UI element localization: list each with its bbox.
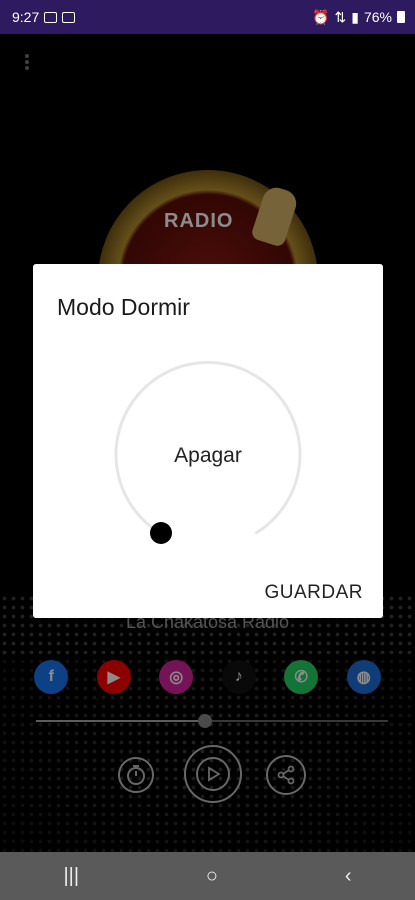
battery-level: 76% (363, 9, 392, 25)
back-icon[interactable]: ‹ (345, 865, 352, 888)
status-bar: 9:27 ⏰ ⇅ ▮ 76% (0, 0, 415, 34)
home-icon[interactable]: ○ (206, 865, 218, 888)
save-button[interactable]: GUARDAR (264, 582, 363, 604)
dial-value-label: Apagar (174, 444, 242, 467)
mail-notification-icon (62, 11, 76, 23)
system-nav-bar: ||| ○ ‹ (0, 852, 415, 900)
signal-icon: ▮ (351, 8, 359, 25)
status-time: 9:27 (12, 9, 40, 25)
alarm-icon: ⏰ (312, 8, 330, 25)
wifi-icon: ⇅ (334, 8, 347, 25)
gallery-notification-icon (44, 11, 58, 23)
dial-thumb[interactable] (150, 522, 172, 544)
sleep-mode-dialog: Modo Dormir Apagar GUARDAR (33, 264, 383, 618)
recent-apps-icon[interactable]: ||| (63, 865, 79, 888)
battery-icon (397, 11, 405, 23)
dialog-title: Modo Dormir (57, 294, 190, 320)
